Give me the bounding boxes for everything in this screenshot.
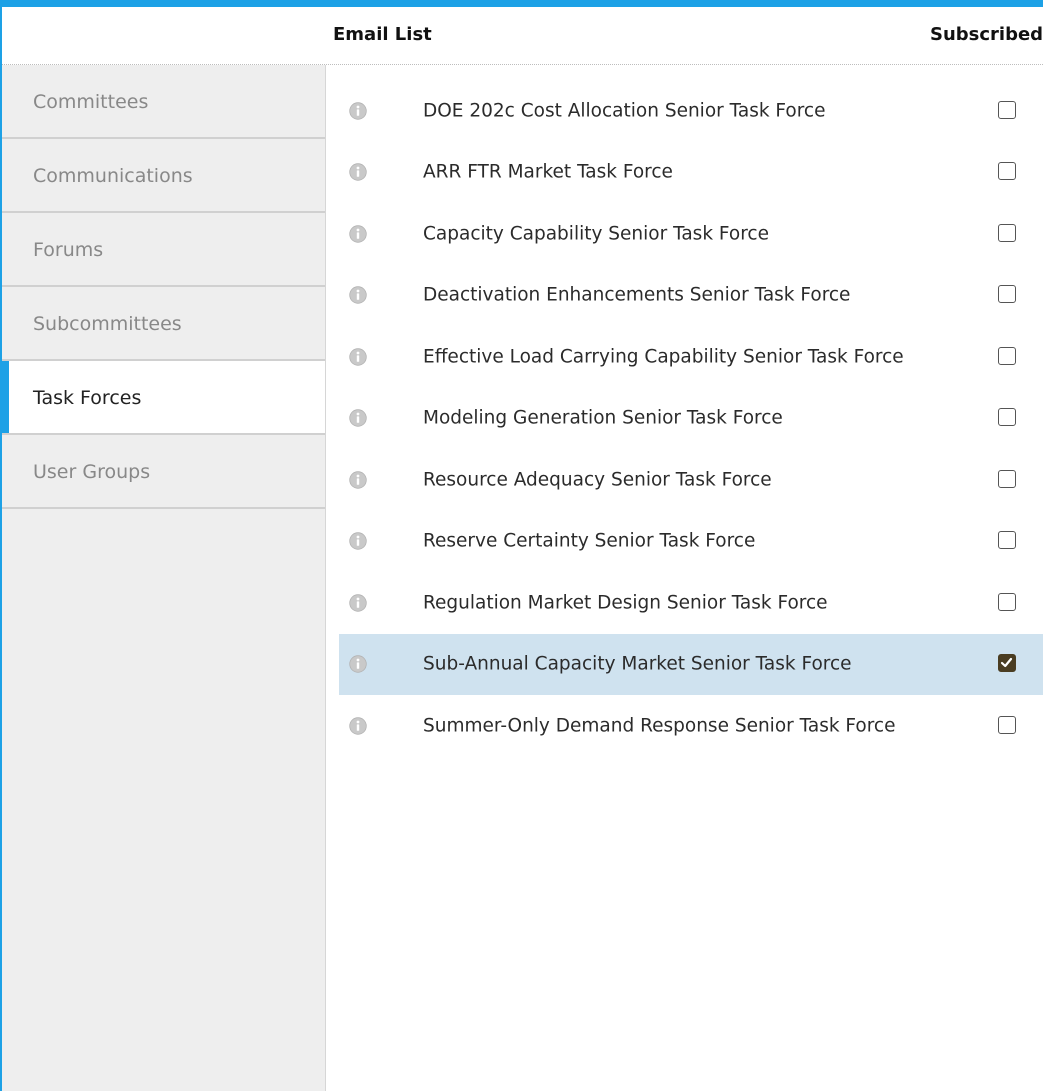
- info-icon[interactable]: [349, 532, 367, 550]
- list-item[interactable]: Regulation Market Design Senior Task For…: [339, 572, 1043, 634]
- email-list-name: Regulation Market Design Senior Task For…: [423, 592, 828, 614]
- info-icon[interactable]: [349, 225, 367, 243]
- list-item[interactable]: Capacity Capability Senior Task Force: [339, 203, 1043, 265]
- email-list-name: Deactivation Enhancements Senior Task Fo…: [423, 284, 851, 306]
- email-list-name: Summer-Only Demand Response Senior Task …: [423, 715, 896, 737]
- list-item[interactable]: Modeling Generation Senior Task Force: [339, 388, 1043, 450]
- subscribe-checkbox[interactable]: [998, 469, 1016, 488]
- subscribe-checkbox[interactable]: [998, 100, 1016, 119]
- list-item[interactable]: Resource Adequacy Senior Task Force: [339, 449, 1043, 511]
- category-sidebar: Committees Communications Forums Subcommitt…: [2, 65, 326, 1091]
- list-item[interactable]: Summer-Only Demand Response Senior Task …: [339, 695, 1043, 757]
- subscribe-checkbox[interactable]: [998, 531, 1016, 550]
- info-icon[interactable]: [349, 717, 367, 735]
- subscribe-checkbox[interactable]: [998, 285, 1016, 304]
- list-item[interactable]: Sub-Annual Capacity Market Senior Task F…: [339, 633, 1043, 695]
- list-item[interactable]: Effective Load Carrying Capability Senio…: [339, 326, 1043, 388]
- sidebar-item-user-groups[interactable]: User Groups: [2, 435, 325, 509]
- sidebar-item-task-forces[interactable]: Task Forces: [2, 361, 325, 435]
- subscribe-checkbox[interactable]: [998, 654, 1016, 673]
- list-item[interactable]: Deactivation Enhancements Senior Task Fo…: [339, 265, 1043, 327]
- email-subscription-panel: Email List Subscribed Committees Communic…: [0, 0, 1043, 1091]
- email-list-name: Effective Load Carrying Capability Senio…: [423, 346, 904, 368]
- table-header: Email List Subscribed: [2, 7, 1043, 65]
- email-list-name: Reserve Certainty Senior Task Force: [423, 530, 756, 552]
- info-icon[interactable]: [349, 409, 367, 427]
- subscribe-checkbox[interactable]: [998, 592, 1016, 611]
- email-list-name: Resource Adequacy Senior Task Force: [423, 469, 772, 491]
- email-list-name: DOE 202c Cost Allocation Senior Task For…: [423, 100, 826, 122]
- email-list-column-header: Email List: [333, 24, 432, 45]
- list-item[interactable]: DOE 202c Cost Allocation Senior Task For…: [339, 80, 1043, 142]
- list-item[interactable]: ARR FTR Market Task Force: [339, 142, 1043, 204]
- list-item[interactable]: Reserve Certainty Senior Task Force: [339, 511, 1043, 573]
- info-icon[interactable]: [349, 348, 367, 366]
- subscribe-checkbox[interactable]: [998, 223, 1016, 242]
- email-list-name: ARR FTR Market Task Force: [423, 161, 673, 183]
- info-icon[interactable]: [349, 594, 367, 612]
- sidebar-item-subcommittees[interactable]: Subcommittees: [2, 287, 325, 361]
- sidebar-item-committees[interactable]: Committees: [2, 65, 325, 139]
- sidebar-item-forums[interactable]: Forums: [2, 213, 325, 287]
- email-list-name: Capacity Capability Senior Task Force: [423, 223, 769, 245]
- subscribe-checkbox[interactable]: [998, 408, 1016, 427]
- email-list-table: DOE 202c Cost Allocation Senior Task For…: [339, 80, 1043, 757]
- info-icon[interactable]: [349, 655, 367, 673]
- subscribe-checkbox[interactable]: [998, 346, 1016, 365]
- info-icon[interactable]: [349, 286, 367, 304]
- sidebar-item-communications[interactable]: Communications: [2, 139, 325, 213]
- subscribed-column-header: Subscribed: [930, 24, 1043, 45]
- info-icon[interactable]: [349, 163, 367, 181]
- info-icon[interactable]: [349, 102, 367, 120]
- subscribe-checkbox[interactable]: [998, 162, 1016, 181]
- info-icon[interactable]: [349, 471, 367, 489]
- subscribe-checkbox[interactable]: [998, 715, 1016, 734]
- email-list-name: Modeling Generation Senior Task Force: [423, 407, 783, 429]
- email-list-name: Sub-Annual Capacity Market Senior Task F…: [423, 653, 852, 675]
